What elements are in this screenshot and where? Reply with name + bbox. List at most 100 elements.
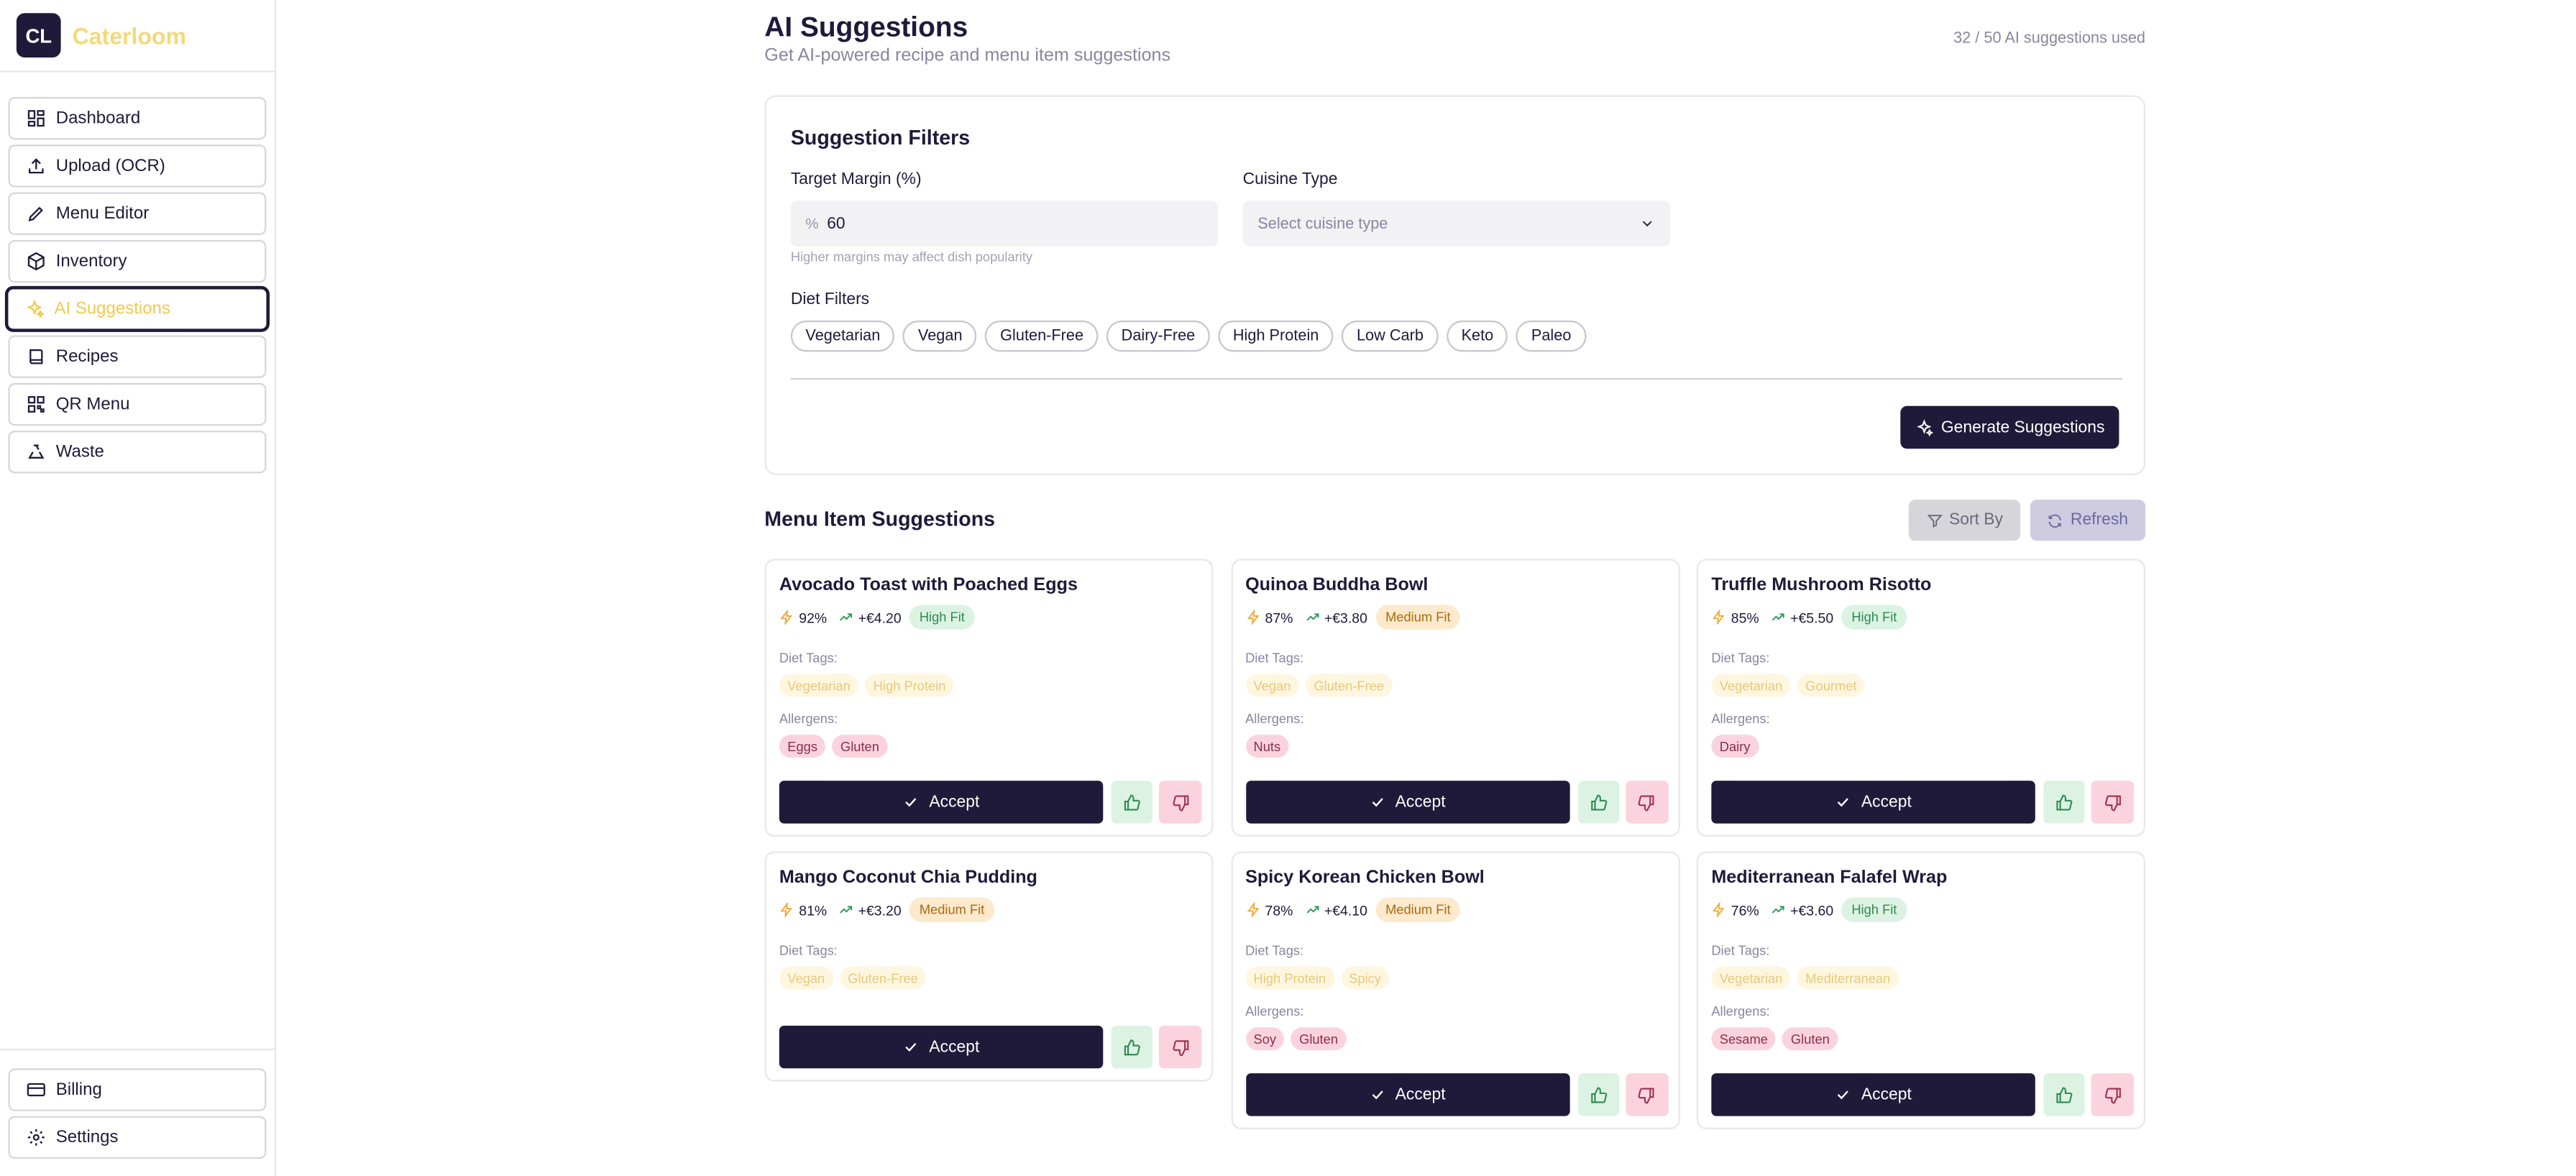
thumbs-up-button[interactable]	[1111, 1025, 1152, 1069]
sidebar-item-upload[interactable]: Upload (OCR)	[8, 144, 267, 188]
sidebar-item-settings[interactable]: Settings	[8, 1116, 267, 1159]
thumbs-up-icon	[1590, 794, 1607, 810]
refresh-button[interactable]: Refresh	[2030, 500, 2146, 541]
sidebar-item-dashboard[interactable]: Dashboard	[8, 96, 267, 140]
sidebar-item-label: QR Menu	[55, 394, 130, 415]
thumbs-up-icon	[1124, 1039, 1140, 1055]
diet-tag: Gourmet	[1797, 674, 1865, 697]
suggestion-metrics: 78% +€4.10 Medium Fit	[1245, 897, 1461, 922]
pencil-icon	[28, 206, 43, 221]
thumbs-up-button[interactable]	[2043, 781, 2085, 824]
sidebar: CL Caterloom Dashboard Upload (OCR) Menu…	[0, 0, 277, 1176]
suggestion-metrics: 87% +€3.80 Medium Fit	[1245, 605, 1461, 630]
check-icon	[1838, 1090, 1849, 1100]
refresh-label: Refresh	[2070, 511, 2129, 530]
popularity-score: 87%	[1265, 609, 1293, 626]
sidebar-item-ai-suggestions[interactable]: AI Suggestions	[6, 288, 268, 331]
allergen-tag: Gluten	[1782, 1027, 1838, 1051]
trending-up-icon	[1306, 613, 1319, 621]
profit-delta: +€5.50	[1790, 609, 1834, 626]
thumbs-up-icon	[2056, 1086, 2073, 1103]
diet-chip-vegan[interactable]: Vegan	[903, 320, 978, 352]
diet-chip-paleo[interactable]: Paleo	[1516, 320, 1587, 352]
profit-delta: +€4.20	[858, 609, 902, 626]
allergen-tags: Eggs Gluten	[779, 735, 888, 758]
diet-chip-high-protein[interactable]: High Protein	[1218, 320, 1334, 352]
thumbs-down-button[interactable]	[2091, 1073, 2135, 1116]
check-icon	[1838, 798, 1849, 807]
sidebar-item-menu-editor[interactable]: Menu Editor	[8, 192, 267, 235]
diet-chip-vegetarian[interactable]: Vegetarian	[790, 320, 895, 352]
diet-tag: Vegetarian	[1711, 674, 1791, 697]
suggestion-metrics: 85% +€5.50 High Fit	[1711, 605, 1907, 630]
sidebar-item-label: Recipes	[55, 346, 119, 367]
sidebar-item-recipes[interactable]: Recipes	[8, 335, 267, 378]
accept-button[interactable]: Accept	[1711, 1073, 2035, 1116]
sidebar-item-waste[interactable]: Waste	[8, 431, 267, 474]
diet-tags-label: Diet Tags:	[1245, 651, 1304, 666]
sparkles-icon	[26, 299, 45, 318]
suggestion-metrics: 76% +€3.60 High Fit	[1711, 897, 1907, 922]
allergen-tag: Gluten	[1291, 1027, 1347, 1051]
sort-by-button[interactable]: Sort By	[1908, 500, 2021, 541]
fit-badge: High Fit	[1841, 897, 1907, 922]
generate-suggestions-button[interactable]: Generate Suggestions	[1900, 405, 2119, 449]
thumbs-down-button[interactable]	[1159, 1025, 1202, 1069]
sidebar-item-qr-menu[interactable]: QR Menu	[8, 382, 267, 426]
thumbs-down-button[interactable]	[1159, 781, 1202, 824]
filters-divider	[790, 377, 2123, 380]
bolt-icon	[1712, 610, 1725, 625]
thumbs-down-icon	[2104, 794, 2120, 811]
suggestion-title: Truffle Mushroom Risotto	[1711, 575, 1932, 595]
accept-label: Accept	[1395, 1085, 1446, 1104]
thumbs-up-button[interactable]	[1111, 781, 1152, 824]
suggestion-title: Mango Coconut Chia Pudding	[779, 868, 1037, 888]
cuisine-type-placeholder: Select cuisine type	[1257, 214, 1388, 233]
thumbs-down-button[interactable]	[2091, 781, 2135, 824]
gear-icon	[27, 1129, 45, 1146]
diet-tag: Vegetarian	[779, 674, 859, 697]
thumbs-up-button[interactable]	[1577, 1073, 1619, 1116]
grid-icon	[27, 110, 45, 127]
diet-chip-gluten-free[interactable]: Gluten-Free	[985, 320, 1099, 352]
accept-button[interactable]: Accept	[1711, 781, 2035, 824]
accept-label: Accept	[929, 1037, 980, 1057]
sidebar-item-label: Waste	[55, 442, 104, 462]
cuisine-type-select[interactable]: Select cuisine type	[1242, 200, 1671, 247]
profit-delta: +€3.80	[1324, 609, 1367, 626]
brand-name[interactable]: Caterloom	[73, 22, 186, 49]
accept-button[interactable]: Accept	[1245, 781, 1569, 824]
diet-chip-keto[interactable]: Keto	[1446, 320, 1508, 352]
accept-button[interactable]: Accept	[779, 781, 1104, 824]
thumbs-down-button[interactable]	[1625, 1073, 1668, 1116]
upload-icon	[29, 158, 44, 174]
diet-chip-dairy-free[interactable]: Dairy-Free	[1106, 320, 1210, 352]
sidebar-item-label: Inventory	[55, 251, 127, 272]
thumbs-up-button[interactable]	[2043, 1073, 2085, 1116]
thumbs-down-button[interactable]	[1625, 781, 1668, 824]
thumbs-up-button[interactable]	[1577, 781, 1619, 824]
diet-tag: High Protein	[865, 674, 954, 697]
diet-tags-label: Diet Tags:	[1711, 651, 1770, 666]
page-subtitle: Get AI-powered recipe and menu item sugg…	[764, 46, 1171, 66]
popularity-score: 85%	[1731, 609, 1759, 626]
allergens-label: Allergens:	[1711, 1004, 1770, 1019]
suggestion-card: Avocado Toast with Poached Eggs 92% +€4.20…	[764, 559, 1214, 837]
thumbs-up-icon	[2056, 794, 2073, 810]
accept-button[interactable]: Accept	[779, 1025, 1104, 1069]
sidebar-item-inventory[interactable]: Inventory	[8, 239, 267, 283]
accept-button[interactable]: Accept	[1245, 1073, 1569, 1116]
trending-up-icon	[840, 906, 853, 914]
allergen-tag: Gluten	[832, 735, 888, 758]
check-icon	[905, 798, 917, 807]
allergen-tags: Soy Gluten	[1245, 1027, 1347, 1051]
diet-chip-low-carb[interactable]: Low Carb	[1342, 320, 1439, 352]
brand-logo[interactable]: CL	[16, 13, 61, 58]
sidebar-item-billing[interactable]: Billing	[8, 1068, 267, 1111]
allergen-tag: Dairy	[1711, 735, 1759, 758]
target-margin-input[interactable]: % 60	[790, 200, 1219, 247]
check-icon	[905, 1043, 917, 1052]
fit-badge: Medium Fit	[1375, 605, 1461, 630]
diet-tags-label: Diet Tags:	[779, 943, 838, 959]
suggestion-title: Quinoa Buddha Bowl	[1245, 575, 1429, 595]
